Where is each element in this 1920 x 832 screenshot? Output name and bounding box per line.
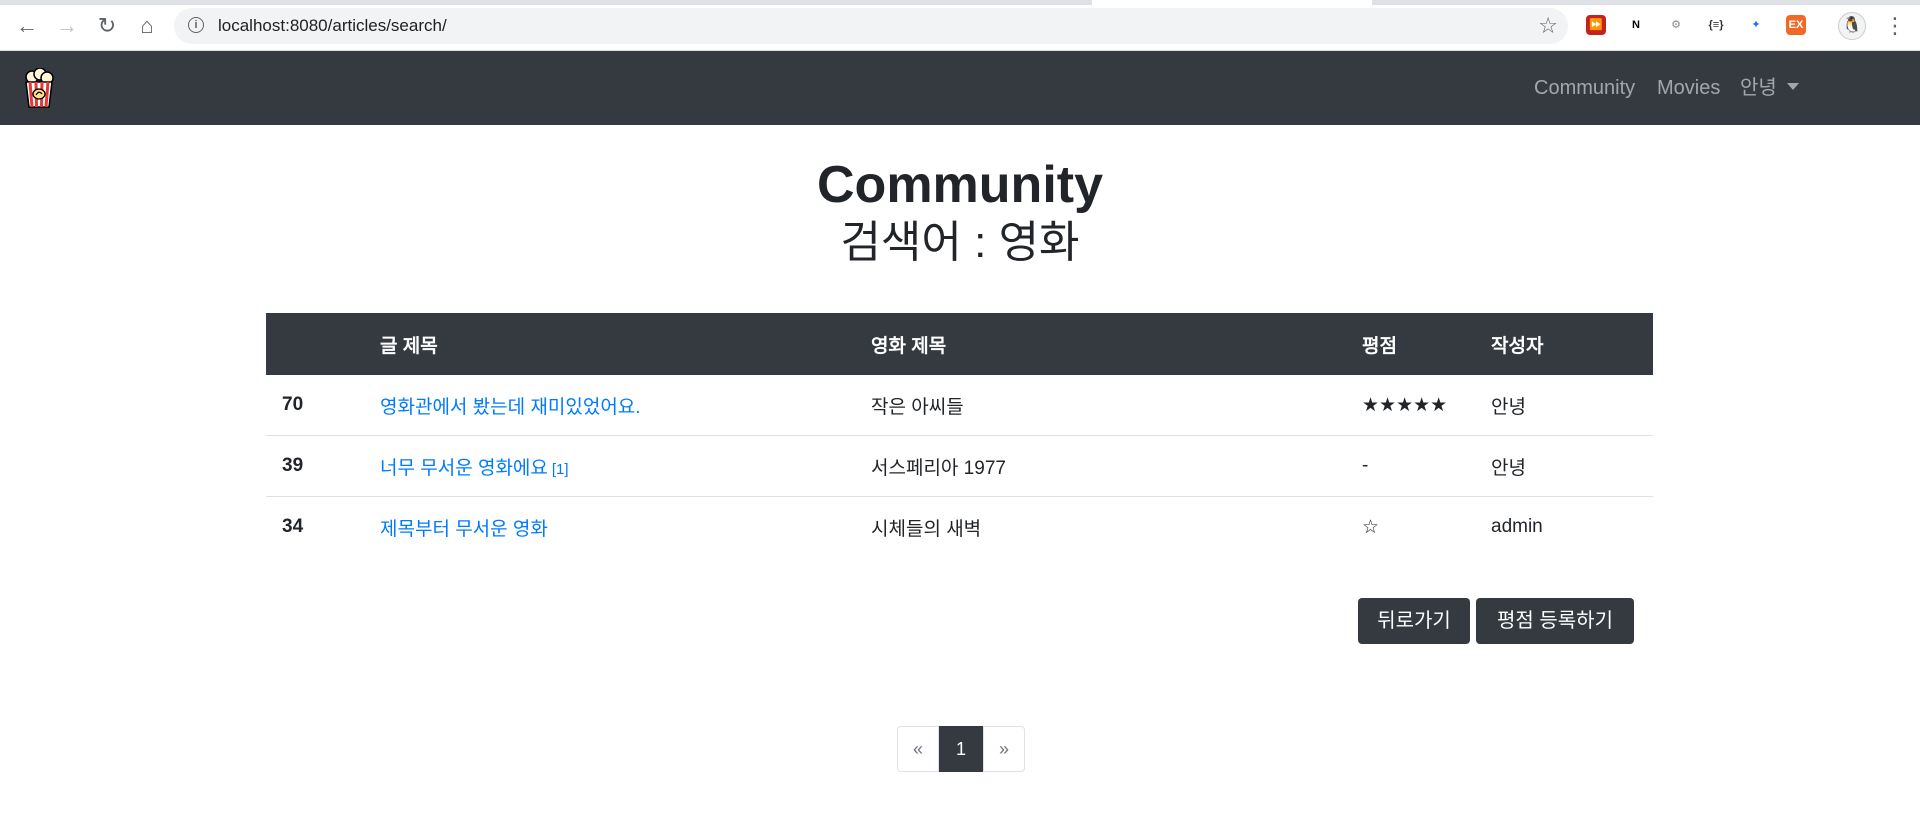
nav-link-community[interactable]: Community bbox=[1534, 51, 1635, 125]
column-header-author: 작성자 bbox=[1491, 313, 1653, 375]
active-tab[interactable] bbox=[1092, 0, 1372, 5]
site-info-icon[interactable]: i bbox=[188, 17, 204, 33]
article-title-link[interactable]: 영화관에서 봤는데 재미있었어요. bbox=[380, 397, 641, 418]
column-header-number bbox=[266, 313, 380, 375]
rating-stars: ☆ bbox=[1362, 496, 1491, 557]
author-name: 안녕 bbox=[1491, 396, 1526, 418]
media-extension-icon[interactable]: ⏩ bbox=[1586, 15, 1606, 35]
ex-extension-icon[interactable]: EX bbox=[1786, 15, 1806, 35]
nav-user-label: 안녕 bbox=[1740, 77, 1777, 99]
article-number: 39 bbox=[266, 435, 380, 497]
author-name: admin bbox=[1491, 496, 1653, 557]
column-header-movie: 영화 제목 bbox=[871, 313, 1362, 375]
browser-toolbar: ← → ↻ ⌂ i localhost:8080/articles/search… bbox=[0, 0, 1920, 51]
back-button[interactable]: 뒤로가기 bbox=[1358, 598, 1470, 644]
settings-extension-icon[interactable]: ⚙ bbox=[1666, 15, 1686, 35]
movie-title: 시체들의 새벽 bbox=[871, 496, 1362, 557]
bookmark-star-icon[interactable]: ☆ bbox=[1538, 8, 1558, 44]
home-icon[interactable]: ⌂ bbox=[132, 11, 162, 41]
table-row: 70 영화관에서 봤는데 재미있었어요. 작은 아씨들 ★★★★★ 안녕 bbox=[266, 375, 1653, 436]
page-title: Community bbox=[817, 156, 1103, 214]
column-header-score: 평점 bbox=[1362, 313, 1491, 375]
pagination-prev[interactable]: « bbox=[897, 726, 939, 772]
table-row: 34 제목부터 무서운 영화 시체들의 새벽 ☆ admin bbox=[266, 496, 1653, 557]
blue-extension-icon[interactable]: ✦ bbox=[1746, 15, 1766, 35]
article-number: 34 bbox=[266, 496, 380, 557]
url-text[interactable]: localhost:8080/articles/search/ bbox=[218, 8, 447, 44]
pagination: « 1 » bbox=[897, 726, 1025, 772]
address-bar[interactable]: i localhost:8080/articles/search/ ☆ bbox=[174, 8, 1568, 44]
notion-icon[interactable]: N bbox=[1626, 15, 1646, 35]
article-title-link[interactable]: 제목부터 무서운 영화 bbox=[380, 519, 548, 540]
nav-link-movies[interactable]: Movies bbox=[1657, 51, 1720, 125]
movie-title: 작은 아씨들 bbox=[871, 396, 964, 418]
movie-title: 서스페리아 1977 bbox=[871, 435, 1362, 497]
browser-menu-icon[interactable]: ⋮ bbox=[1884, 11, 1906, 41]
popcorn-logo-icon[interactable] bbox=[22, 68, 56, 108]
reload-icon[interactable]: ↻ bbox=[92, 11, 122, 41]
json-viewer-icon[interactable]: {≡} bbox=[1706, 15, 1726, 35]
nav-user-dropdown[interactable]: 안녕 bbox=[1740, 51, 1799, 125]
author-name: 안녕 bbox=[1491, 435, 1653, 497]
chevron-down-icon bbox=[1786, 83, 1799, 90]
forward-icon[interactable]: → bbox=[52, 11, 82, 41]
article-title-link[interactable]: 너무 무서운 영화에요 bbox=[380, 458, 548, 479]
add-rating-button[interactable]: 평점 등록하기 bbox=[1476, 598, 1634, 644]
back-icon[interactable]: ← bbox=[12, 11, 42, 41]
site-navbar: Community Movies 안녕 bbox=[0, 51, 1920, 125]
articles-table: 글 제목 영화 제목 평점 작성자 70 영화관에서 봤는데 재미있었어요. 작… bbox=[266, 313, 1653, 557]
column-header-title: 글 제목 bbox=[380, 313, 871, 375]
table-row: 39 너무 무서운 영화에요 [1] 서스페리아 1977 - 안녕 bbox=[266, 435, 1653, 497]
pagination-next[interactable]: » bbox=[983, 726, 1025, 772]
profile-avatar-icon[interactable]: 🐧 bbox=[1838, 12, 1866, 40]
pagination-page-current[interactable]: 1 bbox=[939, 726, 983, 772]
rating-stars: - bbox=[1362, 435, 1491, 497]
tab-strip bbox=[0, 0, 1920, 5]
comment-count: [1] bbox=[551, 460, 569, 478]
table-header-row: 글 제목 영화 제목 평점 작성자 bbox=[266, 313, 1653, 375]
search-term-heading: 검색어 : 영화 bbox=[840, 218, 1080, 267]
article-number: 70 bbox=[282, 394, 304, 415]
rating-stars: ★★★★★ bbox=[1362, 394, 1448, 416]
